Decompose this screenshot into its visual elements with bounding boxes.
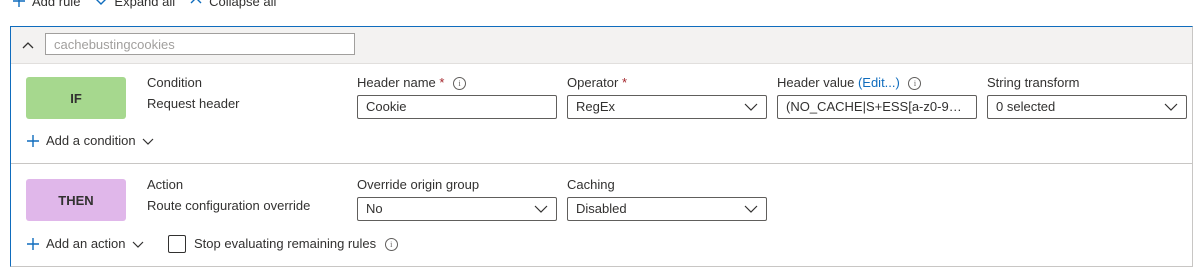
then-badge: THEN [26,179,126,221]
plus-icon [27,134,39,147]
caching-dropdown[interactable]: Disabled [567,197,767,221]
action-type-label: Action [147,177,184,192]
add-condition-label: Add a condition [46,133,136,148]
info-icon[interactable]: i [453,77,467,91]
caching-value: Disabled [576,201,627,216]
header-name-label: Header name * i [357,75,467,91]
header-value-label: Header value (Edit...) i [777,75,922,91]
add-rule-button[interactable]: Add rule [12,0,80,9]
chevron-up-icon[interactable] [21,38,35,52]
string-transform-label: String transform [987,75,1080,90]
collapse-all-button[interactable]: Collapse all [189,0,276,9]
add-rule-label: Add rule [32,0,81,9]
rule-card: cachebustingcookies IF Condition Request… [10,26,1193,267]
condition-type-label: Condition [147,75,202,90]
caching-label: Caching [567,177,615,192]
add-action-label: Add an action [46,236,126,251]
chevron-up-icon [190,0,202,4]
override-origin-label: Override origin group [357,177,480,192]
required-marker: * [621,75,627,90]
info-icon[interactable]: i [908,77,922,91]
rules-toolbar: Add rule Expand all Collapse all [12,0,290,11]
add-action-button[interactable]: Add an action [26,236,144,251]
rule-header: cachebustingcookies [11,27,1192,64]
header-value-input[interactable]: (NO_CACHE|S+ESS[a-z0-9]+|P... [777,95,977,119]
rule-name-placeholder: cachebustingcookies [54,37,175,52]
string-transform-dropdown[interactable]: 0 selected [987,95,1187,119]
chevron-down-icon [1164,103,1178,111]
header-name-input[interactable]: Cookie [357,95,557,119]
section-divider [11,163,1192,164]
header-value-edit-link[interactable]: (Edit...) [858,75,900,90]
expand-all-button[interactable]: Expand all [94,0,175,9]
stop-evaluating-checkbox[interactable] [168,235,186,253]
chevron-down-icon [96,0,107,5]
if-badge-label: IF [70,90,82,106]
chevron-down-icon [142,138,154,145]
override-origin-value: No [366,201,383,216]
operator-dropdown[interactable]: RegEx [567,95,767,119]
operator-value: RegEx [576,99,616,114]
info-icon[interactable]: i [384,238,398,252]
override-origin-dropdown[interactable]: No [357,197,557,221]
plus-icon [27,237,39,250]
plus-icon [13,0,25,7]
if-badge: IF [26,77,126,119]
collapse-all-label: Collapse all [209,0,277,9]
header-value-value: (NO_CACHE|S+ESS[a-z0-9]+|P... [786,99,968,114]
rule-name-input[interactable]: cachebustingcookies [45,33,355,55]
header-name-value: Cookie [366,99,407,114]
then-badge-label: THEN [58,192,94,208]
chevron-down-icon [744,103,758,111]
condition-type-value: Request header [147,96,240,111]
expand-all-label: Expand all [114,0,176,9]
stop-evaluating-label: Stop evaluating remaining rules i [194,236,398,252]
operator-label: Operator * [567,75,627,90]
string-transform-value: 0 selected [996,99,1056,114]
chevron-down-icon [744,205,758,213]
add-condition-button[interactable]: Add a condition [26,133,154,148]
action-type-value: Route configuration override [147,198,311,213]
chevron-down-icon [132,241,143,248]
required-marker: * [439,75,445,90]
chevron-down-icon [534,205,548,213]
